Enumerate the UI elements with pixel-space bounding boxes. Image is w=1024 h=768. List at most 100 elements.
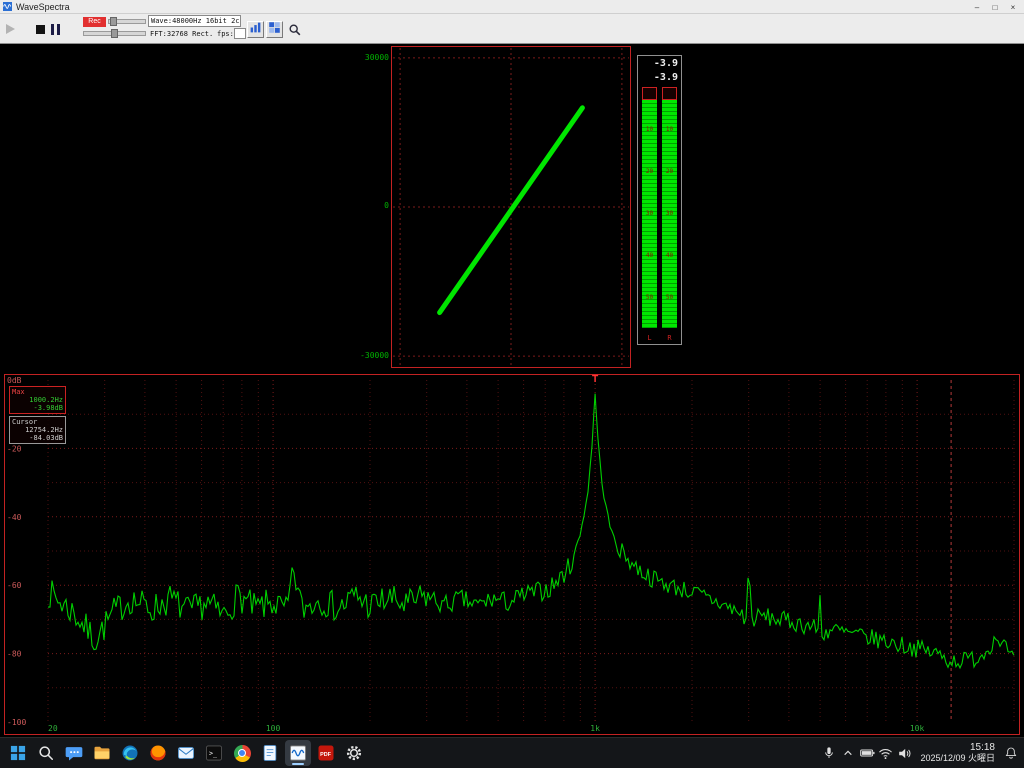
taskbar-firefox-icon[interactable]: [145, 740, 171, 766]
taskbar-mail-icon[interactable]: [173, 740, 199, 766]
spectrum-settings-button[interactable]: [247, 21, 264, 38]
cursor-box-title: Cursor: [12, 418, 63, 426]
maximize-button[interactable]: □: [986, 0, 1004, 14]
output-level-slider[interactable]: [83, 31, 146, 36]
right-channel-label: R: [662, 334, 677, 342]
play-button[interactable]: [6, 24, 15, 34]
svg-text:0dB: 0dB: [7, 376, 22, 385]
meter-scale-label: 30: [642, 210, 657, 217]
tray-chevron-up-icon[interactable]: [838, 741, 857, 765]
app-icon: [3, 2, 12, 11]
scope-scale-min: -30000: [352, 351, 389, 360]
taskbar-search-icon[interactable]: [33, 740, 59, 766]
taskbar-chat-icon[interactable]: [61, 740, 87, 766]
svg-text:-80: -80: [7, 650, 22, 659]
clock-time: 15:18: [920, 742, 995, 753]
tray-battery-icon[interactable]: [857, 741, 876, 765]
magnifier-icon[interactable]: [287, 22, 302, 37]
right-level-value: -3.9: [638, 72, 678, 84]
meter-scale-label: 40: [642, 252, 657, 259]
cursor-readout-box: Cursor 12754.2Hz -84.03dB: [9, 416, 66, 444]
slider-thumb[interactable]: [111, 29, 118, 38]
taskbar: >_ PDF 15:18 2025/12/09 火曜日: [0, 737, 1024, 768]
scope-scale-max: 30000: [352, 53, 389, 62]
titlebar: WaveSpectra – □ ×: [0, 0, 1024, 14]
fps-label: fps:: [217, 30, 234, 38]
max-frequency-value: 1000.2Hz: [12, 396, 63, 404]
cursor-level-value: -84.03dB: [12, 434, 63, 442]
svg-text:-20: -20: [7, 444, 22, 453]
bar-scale: 10 20 30 40 50: [642, 87, 657, 328]
taskbar-wavespectra-icon[interactable]: [285, 740, 311, 766]
system-tray: 15:18 2025/12/09 火曜日: [819, 741, 1024, 765]
rec-indicator: Rec: [83, 17, 106, 27]
taskbar-chrome-icon[interactable]: [229, 740, 255, 766]
stop-button[interactable]: [36, 25, 45, 34]
svg-text:>_: >_: [209, 750, 217, 758]
close-button[interactable]: ×: [1004, 0, 1022, 14]
meter-scale-label: 10: [642, 126, 657, 133]
svg-text:-100: -100: [7, 718, 26, 727]
spectrum-analyzer-display[interactable]: 0dB -20 -40 -60 -80 -100 20 100 1k 10k Max 1000.2…: [4, 374, 1020, 735]
notification-bell-icon[interactable]: [1001, 741, 1020, 765]
tray-network-icon[interactable]: [876, 741, 895, 765]
grid-icon: [268, 21, 281, 39]
scope-scale-zero: 0: [352, 201, 389, 210]
taskbar-explorer-icon[interactable]: [89, 740, 115, 766]
meter-scale-label: 30: [662, 210, 677, 217]
clock-date: 2025/12/09 火曜日: [920, 753, 995, 764]
slider-thumb[interactable]: [110, 17, 117, 26]
meter-scale-label: 40: [662, 252, 677, 259]
config-button[interactable]: [266, 21, 283, 38]
meter-scale-label: 20: [642, 168, 657, 175]
cursor-frequency-value: 12754.2Hz: [12, 426, 63, 434]
meter-scale-label: 20: [662, 168, 677, 175]
wave-format-field: Wave:48000Hz 16bit 2ch: [148, 15, 241, 27]
max-readout-box: Max 1000.2Hz -3.98dB: [9, 386, 66, 414]
fps-value-field[interactable]: [234, 28, 246, 39]
window-title: WaveSpectra: [16, 2, 70, 12]
tray-icons: [819, 741, 914, 765]
level-meter-panel: -3.9 -3.9 10 20 30 40 50 10 20 30 40 50 L R: [637, 55, 682, 345]
right-level-bar: 10 20 30 40 50: [662, 87, 677, 328]
input-level-slider[interactable]: [108, 19, 146, 24]
taskbar-edge-icon[interactable]: [117, 740, 143, 766]
svg-text:1k: 1k: [590, 724, 600, 733]
meter-scale-label: 10: [662, 126, 677, 133]
meter-scale-label: 50: [642, 294, 657, 301]
max-box-title: Max: [12, 388, 63, 396]
left-level-bar: 10 20 30 40 50: [642, 87, 657, 328]
tray-mic-icon[interactable]: [819, 741, 838, 765]
svg-text:-60: -60: [7, 581, 22, 590]
toolbar: Rec Wave:48000Hz 16bit 2ch FFT:32768 Rec…: [0, 14, 1024, 44]
taskbar-app-icons: >_ PDF: [0, 740, 367, 766]
left-channel-label: L: [642, 334, 657, 342]
main-display-area: 30000 0 -30000 -3.9 -3.9 10 20 30 40 50 10 20…: [0, 44, 1024, 737]
taskbar-settings-icon[interactable]: [341, 740, 367, 766]
minimize-button[interactable]: –: [968, 0, 986, 14]
taskbar-pdf-icon[interactable]: PDF: [313, 740, 339, 766]
pause-button[interactable]: [51, 24, 60, 35]
lissajous-scope-display: [391, 46, 631, 368]
svg-text:100: 100: [266, 724, 281, 733]
bar-scale: 10 20 30 40 50: [662, 87, 677, 328]
wavespectra-window: WaveSpectra – □ × Rec Wave:48000Hz 16bit…: [0, 0, 1024, 768]
fft-settings-label: FFT:32768 Rect.: [150, 30, 213, 38]
tray-volume-icon[interactable]: [895, 741, 914, 765]
svg-text:PDF: PDF: [320, 752, 332, 758]
taskbar-clock[interactable]: 15:18 2025/12/09 火曜日: [914, 742, 1001, 764]
meter-bars: 10 20 30 40 50 10 20 30 40 50: [638, 87, 681, 328]
taskbar-start-icon[interactable]: [5, 740, 31, 766]
scope-canvas: [392, 47, 630, 367]
taskbar-terminal-icon[interactable]: >_: [201, 740, 227, 766]
taskbar-app-blue-icon[interactable]: [257, 740, 283, 766]
svg-text:20: 20: [48, 724, 58, 733]
bar-chart-icon: [249, 21, 262, 39]
svg-text:10k: 10k: [910, 724, 925, 733]
left-level-value: -3.9: [638, 58, 678, 70]
window-controls: – □ ×: [968, 0, 1022, 14]
svg-text:-40: -40: [7, 513, 22, 522]
max-level-value: -3.98dB: [12, 404, 63, 412]
spectrum-canvas[interactable]: 0dB -20 -40 -60 -80 -100 20 100 1k 10k: [4, 374, 1020, 735]
meter-scale-label: 50: [662, 294, 677, 301]
